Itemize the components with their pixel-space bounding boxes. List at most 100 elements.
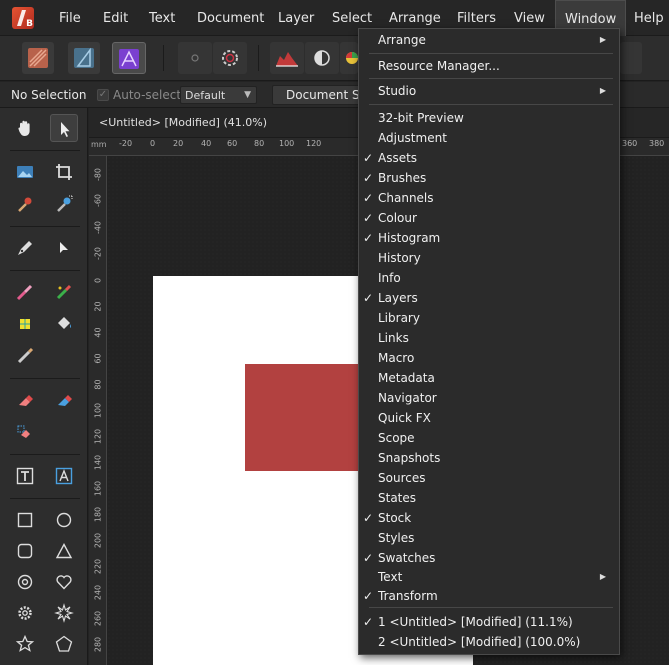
triangle-tool[interactable]	[50, 537, 78, 565]
settings-button[interactable]	[213, 42, 247, 74]
menu-item-history[interactable]: History	[359, 248, 619, 268]
menu-item-macro[interactable]: Macro	[359, 348, 619, 368]
menu-item-links[interactable]: Links	[359, 328, 619, 348]
polygon-tool[interactable]	[50, 630, 78, 658]
artistic-text-tool[interactable]	[50, 462, 78, 490]
ruler-label: 100	[93, 402, 103, 419]
flood-erase-tool[interactable]	[11, 418, 39, 446]
menu-item-transform[interactable]: ✓ Transform	[359, 586, 619, 606]
menu-item-studio[interactable]: Studio ▶	[359, 81, 619, 101]
menu-item-info[interactable]: Info	[359, 268, 619, 288]
menu-document[interactable]: Document	[197, 0, 264, 36]
pixel-tool[interactable]	[11, 310, 39, 338]
place-image-tool[interactable]	[11, 158, 39, 186]
menu-item-2-untitled-modified-100-0[interactable]: 2 <Untitled> [Modified] (100.0%)	[359, 632, 619, 652]
menu-item-arrange[interactable]: Arrange ▶	[359, 30, 619, 50]
color-replacement-tool[interactable]	[50, 278, 78, 306]
rectangle-icon	[17, 512, 33, 528]
menu-item-snapshots[interactable]: Snapshots	[359, 448, 619, 468]
flood-fill-tool[interactable]	[50, 310, 78, 338]
menu-item-quick-fx[interactable]: Quick FX	[359, 408, 619, 428]
photo-persona-button[interactable]	[112, 42, 146, 74]
menu-item-scope[interactable]: Scope	[359, 428, 619, 448]
rectangle-tool[interactable]	[11, 506, 39, 534]
brush-selection-icon	[57, 195, 73, 212]
menu-item-adjustment[interactable]: Adjustment	[359, 128, 619, 148]
move-tool[interactable]	[50, 114, 78, 142]
toolbar-overflow-button[interactable]	[620, 42, 642, 74]
checkmark-icon: ✓	[363, 511, 374, 525]
rounded-rectangle-tool[interactable]	[11, 537, 39, 565]
selection-brush-tool[interactable]	[50, 190, 78, 218]
contrast-button[interactable]	[305, 42, 339, 74]
checkmark-icon: ✓	[363, 589, 374, 603]
clone-brush-tool[interactable]	[11, 342, 39, 370]
autoselect-dropdown[interactable]: Default ▼	[180, 86, 257, 104]
menu-item-layers[interactable]: ✓ Layers	[359, 288, 619, 308]
document-setup-button[interactable]: Document Se	[272, 85, 372, 105]
menu-edit[interactable]: Edit	[103, 0, 128, 36]
menu-item-swatches[interactable]: ✓ Swatches	[359, 548, 619, 568]
menu-item-histogram[interactable]: ✓ Histogram	[359, 228, 619, 248]
ruler-label: 200	[93, 532, 103, 549]
menu-item-sources[interactable]: Sources	[359, 468, 619, 488]
menu-item-styles[interactable]: Styles	[359, 528, 619, 548]
menu-item-label: Metadata	[378, 371, 435, 385]
menu-item-library[interactable]: Library	[359, 308, 619, 328]
cog-tool[interactable]	[11, 599, 39, 627]
circle-icon	[191, 54, 199, 62]
checkmark-icon: ✓	[363, 615, 374, 629]
donut-tool[interactable]	[11, 568, 39, 596]
menu-help[interactable]: Help	[634, 0, 664, 36]
clone-brush-icon	[17, 347, 34, 364]
menu-item-1-untitled-modified-11-1[interactable]: ✓ 1 <Untitled> [Modified] (11.1%)	[359, 612, 619, 632]
background-erase-tool[interactable]	[50, 386, 78, 414]
paint-brush-tool[interactable]	[11, 278, 39, 306]
autoselect-checkbox[interactable]: ✓	[97, 89, 109, 101]
menu-item-assets[interactable]: ✓ Assets	[359, 148, 619, 168]
menu-item-colour[interactable]: ✓ Colour	[359, 208, 619, 228]
pen-tool[interactable]	[11, 234, 39, 262]
erase-brush-tool[interactable]	[11, 386, 39, 414]
frame-text-tool[interactable]	[11, 462, 39, 490]
menu-text[interactable]: Text	[149, 0, 175, 36]
tools-panel	[0, 108, 88, 665]
star-tool[interactable]	[11, 630, 39, 658]
menu-item-channels[interactable]: ✓ Channels	[359, 188, 619, 208]
color-picker-tool[interactable]	[11, 190, 39, 218]
menu-item-label: 32-bit Preview	[378, 111, 464, 125]
menu-item-brushes[interactable]: ✓ Brushes	[359, 168, 619, 188]
view-tool[interactable]	[11, 114, 39, 142]
menu-item-metadata[interactable]: Metadata	[359, 368, 619, 388]
app-logo-icon[interactable]	[12, 7, 34, 29]
ruler-label: -60	[93, 193, 103, 208]
menu-item-label: Swatches	[378, 551, 436, 565]
menu-item-32-bit-preview[interactable]: 32-bit Preview	[359, 108, 619, 128]
star-burst-tool[interactable]	[50, 599, 78, 627]
color-button[interactable]	[340, 42, 358, 74]
ellipse-tool[interactable]	[50, 506, 78, 534]
checkmark-icon: ✓	[363, 191, 374, 205]
menu-item-resource-manager[interactable]: Resource Manager...	[359, 56, 619, 76]
pixel-persona-button[interactable]	[22, 42, 54, 74]
selection-toggle-button[interactable]	[178, 42, 212, 74]
node-tool[interactable]	[50, 234, 78, 262]
checkmark-icon: ✓	[363, 291, 374, 305]
donut-icon	[17, 574, 33, 590]
ruler-label: 260	[93, 610, 103, 627]
designer-persona-button[interactable]	[68, 42, 100, 74]
menu-item-navigator[interactable]: Navigator	[359, 388, 619, 408]
star-burst-icon	[54, 603, 74, 623]
menu-item-stock[interactable]: ✓ Stock	[359, 508, 619, 528]
levels-button[interactable]	[270, 42, 304, 74]
menu-item-text[interactable]: Text ▶	[359, 567, 619, 587]
menu-item-label: Info	[378, 271, 401, 285]
crop-tool[interactable]	[50, 158, 78, 186]
menu-file[interactable]: File	[59, 0, 81, 36]
menu-item-states[interactable]: States	[359, 488, 619, 508]
vertical-ruler[interactable]: -80 -60 -40 -20 0 20 40 60 80 100 120 14…	[89, 156, 107, 665]
document-tab-title: <Untitled> [Modified] (41.0%)	[99, 116, 267, 129]
menu-layer[interactable]: Layer	[278, 0, 314, 36]
menu-item-label: Quick FX	[378, 411, 431, 425]
heart-tool[interactable]	[50, 568, 78, 596]
